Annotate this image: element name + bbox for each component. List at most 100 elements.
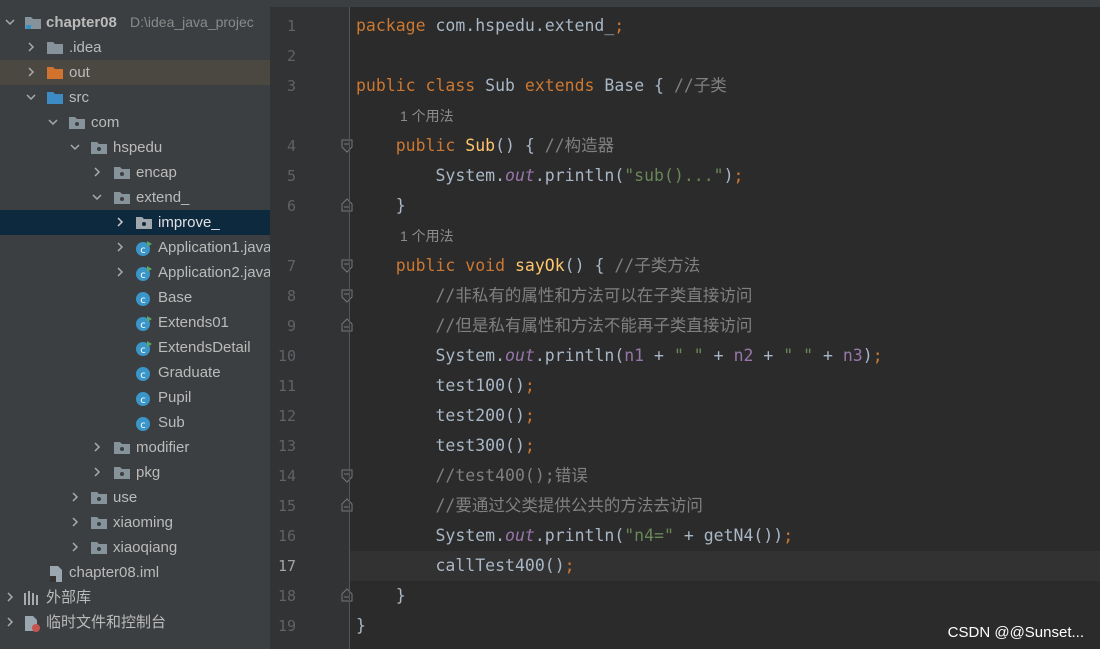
tree-item-extendsdetail[interactable]: c ExtendsDetail bbox=[0, 335, 270, 360]
tree-item-improve[interactable]: improve_ bbox=[0, 210, 270, 235]
tree-item-label: src bbox=[69, 89, 89, 106]
tree-item-pupil[interactable]: c Pupil bbox=[0, 385, 270, 410]
chevron-down-icon[interactable] bbox=[3, 10, 17, 35]
fold-marker-icon[interactable] bbox=[341, 259, 353, 273]
code-line-13[interactable]: test300(); bbox=[356, 431, 535, 461]
fold-marker-icon[interactable] bbox=[341, 139, 353, 153]
code-line-18[interactable]: } bbox=[356, 581, 406, 611]
chevron-right-icon[interactable] bbox=[113, 235, 127, 260]
tree-item-hspedu[interactable]: hspedu bbox=[0, 135, 270, 160]
code-line-19[interactable]: } bbox=[356, 611, 366, 641]
code-line-9[interactable]: //但是私有属性和方法不能再子类直接访问 bbox=[356, 311, 752, 341]
tree-item-use[interactable]: use bbox=[0, 485, 270, 510]
chevron-right-icon[interactable] bbox=[113, 210, 127, 235]
tree-item-pkg[interactable]: pkg bbox=[0, 460, 270, 485]
tree-item-out[interactable]: out bbox=[0, 60, 270, 85]
semicolon: ; bbox=[524, 376, 535, 395]
tree-item-modifier[interactable]: modifier bbox=[0, 435, 270, 460]
chevron-right-icon[interactable] bbox=[90, 435, 104, 460]
chevron-right-icon[interactable] bbox=[90, 160, 104, 185]
tree-item-base[interactable]: c Base bbox=[0, 285, 270, 310]
breadcrumb-bar bbox=[270, 0, 1100, 7]
code-line-7[interactable]: public void sayOk() { //子类方法 bbox=[356, 251, 700, 281]
project-tree[interactable]: chapter08 D:\idea_java_projec .idea out … bbox=[0, 0, 270, 649]
tree-item-iml[interactable]: chapter08.iml bbox=[0, 560, 270, 585]
tree-item-label: encap bbox=[136, 164, 177, 181]
tree-item-label: improve_ bbox=[158, 214, 220, 231]
package-icon bbox=[90, 135, 108, 160]
code-line-10[interactable]: System.out.println(n1 + " " + n2 + " " +… bbox=[356, 341, 882, 371]
chevron-right-icon[interactable] bbox=[68, 535, 82, 560]
code-line-16[interactable]: System.out.println("n4=" + getN4()); bbox=[356, 521, 793, 551]
chevron-down-icon[interactable] bbox=[46, 110, 60, 135]
chevron-right-icon[interactable] bbox=[24, 60, 38, 85]
chevron-down-icon[interactable] bbox=[68, 135, 82, 160]
tree-item-graduate[interactable]: c Graduate bbox=[0, 360, 270, 385]
tree-item-sub[interactable]: c Sub bbox=[0, 410, 270, 435]
base-class: Base { bbox=[604, 76, 664, 95]
tree-item-application1[interactable]: c Application1.java bbox=[0, 235, 270, 260]
code-line-15[interactable]: //要通过父类提供公共的方法去访问 bbox=[356, 491, 702, 521]
line-number: 19 bbox=[277, 617, 296, 635]
chevron-right-icon[interactable] bbox=[68, 485, 82, 510]
package-icon bbox=[90, 485, 108, 510]
package-icon bbox=[68, 110, 86, 135]
code-editor[interactable]: 1 2 3 4 5 6 7 8 9 10 11 12 13 14 15 16 1… bbox=[270, 7, 1100, 649]
fold-marker-icon[interactable] bbox=[341, 469, 353, 483]
field-ref: n2 bbox=[733, 346, 754, 365]
tree-item-src[interactable]: src bbox=[0, 85, 270, 110]
code-line-4[interactable]: public Sub() { //构造器 bbox=[356, 131, 614, 161]
tree-item-scratches[interactable]: 临时文件和控制台 bbox=[0, 610, 270, 635]
line-number: 7 bbox=[286, 257, 296, 275]
chevron-right-icon[interactable] bbox=[24, 35, 38, 60]
fold-marker-icon[interactable] bbox=[341, 318, 353, 332]
code-line-1[interactable]: package com.hspedu.extend_; bbox=[356, 11, 624, 41]
code-line-12[interactable]: test200(); bbox=[356, 401, 535, 431]
semicolon: ; bbox=[524, 436, 535, 455]
fold-marker-icon[interactable] bbox=[341, 289, 353, 303]
code-line-5[interactable]: System.out.println("sub()..."); bbox=[356, 161, 743, 191]
tree-item-xiaoqiang[interactable]: xiaoqiang bbox=[0, 535, 270, 560]
code-text: System. bbox=[435, 526, 506, 545]
tree-item-encap[interactable]: encap bbox=[0, 160, 270, 185]
code-line-17[interactable]: callTest400(); bbox=[356, 551, 574, 581]
fold-marker-icon[interactable] bbox=[341, 198, 353, 212]
tree-item-extends01[interactable]: c Extends01 bbox=[0, 310, 270, 335]
code-line-3[interactable]: public class Sub extends Base { //子类 bbox=[356, 71, 727, 101]
usage-hint[interactable]: 1 个用法 bbox=[400, 221, 454, 251]
semicolon: ; bbox=[524, 406, 535, 425]
fold-marker-icon[interactable] bbox=[341, 588, 353, 602]
code-line-8[interactable]: //非私有的属性和方法可以在子类直接访问 bbox=[356, 281, 752, 311]
keyword: public void bbox=[395, 256, 506, 275]
tree-item-label: ExtendsDetail bbox=[158, 339, 251, 356]
line-number: 15 bbox=[277, 497, 296, 515]
tree-item-label: .idea bbox=[69, 39, 102, 56]
chevron-down-icon[interactable] bbox=[24, 85, 38, 110]
chevron-right-icon[interactable] bbox=[68, 510, 82, 535]
tree-item-extend[interactable]: extend_ bbox=[0, 185, 270, 210]
java-class-icon: c bbox=[135, 385, 153, 410]
comment: //但是私有属性和方法不能再子类直接访问 bbox=[435, 316, 753, 335]
usage-hint[interactable]: 1 个用法 bbox=[400, 101, 454, 131]
line-number: 18 bbox=[277, 587, 296, 605]
tree-item-chapter08[interactable]: chapter08 D:\idea_java_projec bbox=[0, 10, 270, 35]
code-line-11[interactable]: test100(); bbox=[356, 371, 535, 401]
comment: //非私有的属性和方法可以在子类直接访问 bbox=[435, 286, 753, 305]
tree-item-label: com bbox=[91, 114, 120, 131]
chevron-right-icon[interactable] bbox=[113, 260, 127, 285]
chevron-right-icon[interactable] bbox=[3, 585, 17, 610]
code-line-6[interactable]: } bbox=[356, 191, 406, 221]
string-literal: " " bbox=[783, 346, 814, 365]
tree-item-application2[interactable]: c Application2.java bbox=[0, 260, 270, 285]
chevron-right-icon[interactable] bbox=[3, 610, 17, 635]
chevron-right-icon[interactable] bbox=[90, 460, 104, 485]
code-text: () { bbox=[564, 256, 605, 275]
tree-item-com[interactable]: com bbox=[0, 110, 270, 135]
tree-item-external-libraries[interactable]: 外部库 bbox=[0, 585, 270, 610]
method-name: Sub bbox=[465, 136, 496, 155]
code-line-14[interactable]: //test400();错误 bbox=[356, 461, 587, 491]
fold-marker-icon[interactable] bbox=[341, 498, 353, 512]
tree-item-xiaoming[interactable]: xiaoming bbox=[0, 510, 270, 535]
tree-item-idea[interactable]: .idea bbox=[0, 35, 270, 60]
chevron-down-icon[interactable] bbox=[90, 185, 104, 210]
